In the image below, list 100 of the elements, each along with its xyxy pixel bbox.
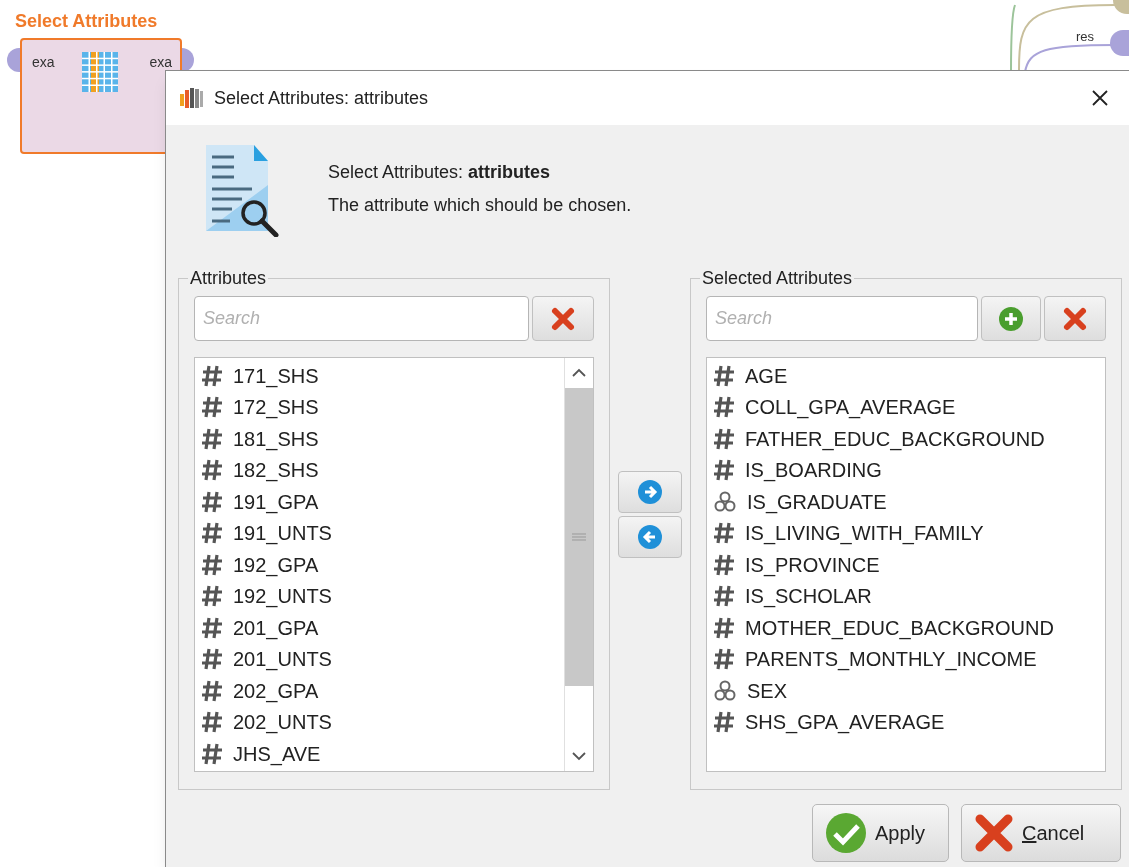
add-selected-button[interactable] [618, 471, 682, 513]
hash-icon [201, 647, 223, 672]
apply-button[interactable]: Apply [812, 804, 949, 862]
list-item[interactable]: SEX [713, 675, 1105, 707]
attribute-name: PARENTS_MONTHLY_INCOME [745, 647, 1037, 673]
hash-icon [201, 363, 223, 388]
panel-title: Attributes [189, 267, 268, 290]
hash-icon [713, 426, 735, 451]
clear-button[interactable] [532, 296, 594, 341]
window-title: Select Attributes: attributes [214, 86, 430, 110]
grip-icon [572, 533, 586, 541]
attribute-name: 201_GPA [233, 615, 319, 642]
panel-title: Selected Attributes [701, 267, 854, 290]
clear-button[interactable] [1044, 296, 1106, 341]
attribute-name: AGE [745, 363, 788, 389]
list-item[interactable]: IS_GRADUATE [713, 486, 1105, 518]
output-port[interactable] [1110, 30, 1129, 56]
port-label: exa [32, 53, 55, 72]
attribute-name: SHS_GPA_AVERAGE [745, 710, 945, 736]
list-item[interactable]: SHS_GPA_AVERAGE [713, 706, 1105, 738]
list-item[interactable]: PARENTS_MONTHLY_INCOME [713, 643, 1105, 675]
attribute-name: JHS_AVE [233, 741, 321, 768]
close-icon [1091, 89, 1109, 107]
list-item[interactable]: MOTHER_EDUC_BACKGROUND [713, 612, 1105, 644]
attribute-name: 191_UNTS [233, 521, 332, 547]
list-item[interactable]: JHS_AVE [201, 738, 564, 770]
scrollbar-thumb[interactable] [565, 388, 593, 686]
list-item[interactable]: IS_SCHOLAR [713, 580, 1105, 612]
list-item[interactable]: 191_GPA [201, 486, 564, 518]
close-icon [1062, 305, 1088, 332]
hash-icon [713, 710, 735, 735]
attribute-name: SEX [747, 678, 788, 704]
list-item[interactable]: FATHER_EDUC_BACKGROUND [713, 423, 1105, 455]
attribute-name: IS_SCHOLAR [745, 584, 872, 610]
list-item[interactable]: IS_LIVING_WITH_FAMILY [713, 517, 1105, 549]
attribute-name: 171_SHS [233, 363, 319, 390]
hash-icon [201, 458, 223, 483]
hash-icon [713, 615, 735, 640]
list-item[interactable]: 201_GPA [201, 612, 564, 644]
attribute-name: 181_SHS [233, 426, 319, 453]
output-port[interactable] [182, 48, 194, 72]
port-label: exa [149, 53, 172, 72]
hash-icon [201, 584, 223, 609]
cancel-button[interactable]: Cancel [961, 804, 1121, 862]
attribute-name: IS_BOARDING [745, 458, 882, 484]
attribute-name: COLL_GPA_AVERAGE [745, 395, 956, 421]
search-field[interactable]: Search [706, 296, 978, 341]
attribute-name: 201_UNTS [233, 647, 332, 673]
dialog-heading: Select Attributes: attributes [328, 161, 552, 184]
search-field[interactable]: Search [194, 296, 529, 341]
arrow-left-icon [637, 524, 663, 550]
close-icon [974, 813, 1014, 853]
table-icon [82, 52, 118, 92]
list-item[interactable]: COLL_GPA_AVERAGE [713, 391, 1105, 423]
operator-node[interactable]: exa exa [20, 38, 182, 154]
nominal-type-icon [714, 679, 736, 702]
attribute-name: IS_GRADUATE [747, 489, 887, 516]
chevron-down-icon [571, 751, 587, 761]
attribute-name: 191_GPA [233, 489, 319, 516]
list-item[interactable]: 182_SHS [201, 454, 564, 486]
hash-icon [713, 584, 735, 609]
hash-icon [713, 552, 735, 577]
list-item[interactable]: 202_GPA [201, 675, 564, 707]
hash-icon [713, 363, 735, 388]
nominal-type-icon [714, 490, 736, 513]
app-logo-icon [178, 86, 204, 110]
list-item[interactable]: 202_UNTS [201, 706, 564, 738]
attribute-name: FATHER_EDUC_BACKGROUND [745, 426, 1045, 453]
attribute-name: 172_SHS [233, 395, 319, 421]
list-item[interactable]: 181_SHS [201, 423, 564, 455]
list-item[interactable]: AGE [713, 360, 1105, 392]
list-item[interactable]: 192_UNTS [201, 580, 564, 612]
attribute-name: 202_UNTS [233, 710, 332, 736]
list-item[interactable]: 191_UNTS [201, 517, 564, 549]
input-port[interactable] [7, 48, 20, 72]
dialog-description: The attribute which should be chosen. [328, 194, 632, 217]
hash-icon [201, 395, 223, 420]
list-item[interactable]: IS_BOARDING [713, 454, 1105, 486]
list-item[interactable]: 192_GPA [201, 549, 564, 581]
attribute-name: 192_UNTS [233, 584, 332, 610]
list-item[interactable]: 172_SHS [201, 391, 564, 423]
hash-icon [201, 678, 223, 703]
hash-icon [201, 710, 223, 735]
attribute-name: IS_LIVING_WITH_FAMILY [745, 521, 984, 547]
operator-title: Select Attributes [15, 10, 158, 33]
remove-selected-button[interactable] [618, 516, 682, 558]
hash-icon [201, 741, 223, 766]
checkmark-icon [825, 812, 867, 854]
hash-icon [201, 426, 223, 451]
output-port[interactable] [1113, 0, 1129, 14]
hash-icon [713, 395, 735, 420]
list-item[interactable]: IS_PROVINCE [713, 549, 1105, 581]
list-item[interactable]: 171_SHS [201, 360, 564, 392]
list-item[interactable]: 201_UNTS [201, 643, 564, 675]
add-button[interactable] [981, 296, 1041, 341]
chevron-up-icon [571, 368, 587, 378]
attribute-name: IS_PROVINCE [745, 552, 880, 579]
port-label: res [1076, 28, 1095, 46]
attribute-name: MOTHER_EDUC_BACKGROUND [745, 615, 1054, 642]
hash-icon [713, 647, 735, 672]
